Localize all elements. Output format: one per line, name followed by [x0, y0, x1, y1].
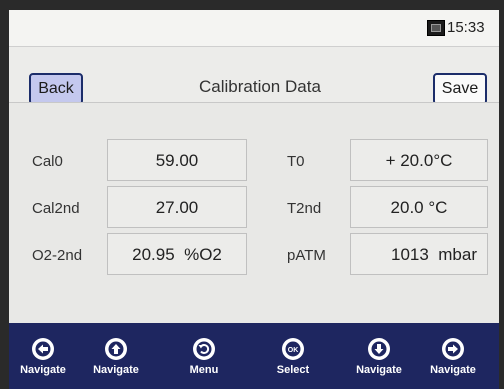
arrow-right-icon — [442, 338, 464, 360]
menu-back-icon — [193, 338, 215, 360]
nav-menu-label: Menu — [189, 364, 219, 376]
cal0-field[interactable]: 59.00 — [107, 139, 247, 181]
cal2nd-label: Cal2nd — [32, 200, 80, 217]
back-button[interactable]: Back — [29, 73, 83, 105]
ok-icon: OK — [282, 338, 304, 360]
status-bar: 15:33 — [9, 10, 499, 47]
calibration-panel: Cal0 59.00 Cal2nd 27.00 O2-2nd 20.95 %O2… — [9, 102, 499, 324]
save-button[interactable]: Save — [433, 73, 487, 105]
cal0-label: Cal0 — [32, 153, 63, 170]
arrow-up-icon — [105, 338, 127, 360]
nav-down-label: Navigate — [356, 364, 402, 376]
nav-select-button[interactable]: OK Select — [263, 337, 323, 376]
nav-left-label: Navigate — [20, 364, 66, 376]
arrow-down-icon — [368, 338, 390, 360]
nav-select-label: Select — [276, 364, 310, 376]
nav-right-label: Navigate — [430, 364, 476, 376]
o2-2nd-field[interactable]: 20.95 %O2 — [107, 233, 247, 275]
t0-label: T0 — [287, 153, 305, 170]
patm-label: pATM — [287, 247, 326, 264]
t2nd-label: T2nd — [287, 200, 322, 217]
header-bar: Back Calibration Data Save — [9, 47, 499, 105]
nav-down-button[interactable]: Navigate — [349, 337, 409, 376]
t2nd-field[interactable]: 20.0 °C — [350, 186, 488, 228]
nav-menu-button[interactable]: Menu — [174, 337, 234, 376]
arrow-left-icon — [32, 338, 54, 360]
clock-time: 15:33 — [447, 19, 485, 36]
svg-text:OK: OK — [288, 347, 299, 354]
nav-up-label: Navigate — [93, 364, 139, 376]
nav-left-button[interactable]: Navigate — [13, 337, 73, 376]
page-title: Calibration Data — [199, 77, 321, 96]
o2-2nd-label: O2-2nd — [32, 247, 83, 264]
device-screen: 15:33 Back Calibration Data Save Cal0 59… — [9, 10, 499, 389]
nav-up-button[interactable]: Navigate — [86, 337, 146, 376]
patm-field[interactable]: 1013 mbar — [350, 233, 488, 275]
t0-field[interactable]: + 20.0°C — [350, 139, 488, 181]
battery-icon — [427, 20, 445, 36]
bottom-nav: Navigate Navigate Menu OK Select Navigat… — [9, 323, 499, 389]
nav-right-button[interactable]: Navigate — [423, 337, 483, 376]
cal2nd-field[interactable]: 27.00 — [107, 186, 247, 228]
